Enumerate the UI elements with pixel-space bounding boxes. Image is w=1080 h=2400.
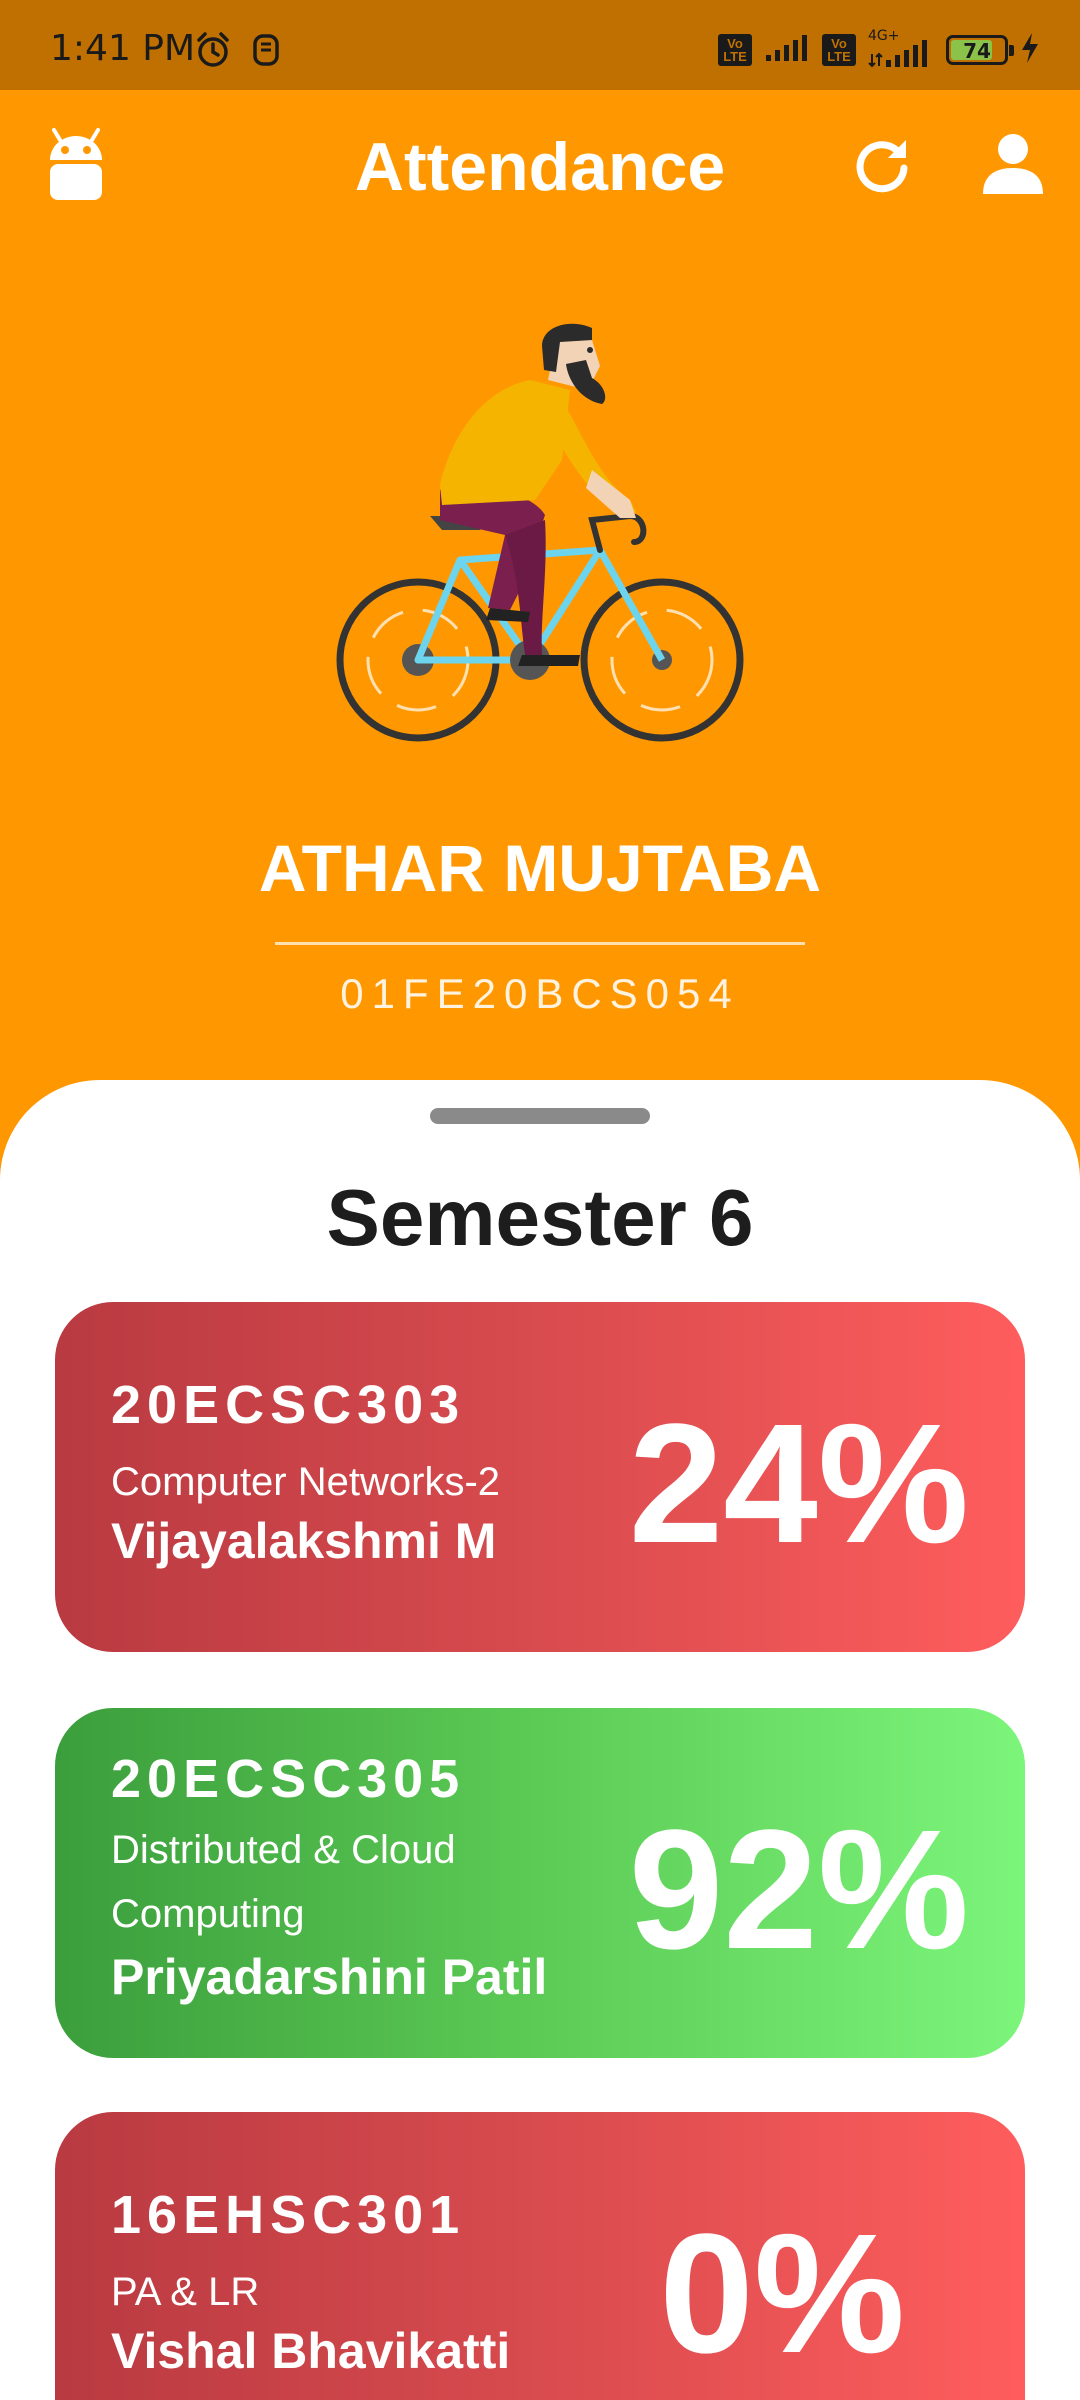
teacher-name: Priyadarshini Patil: [111, 1949, 548, 2005]
refresh-icon[interactable]: [848, 130, 916, 203]
signal-icon: [764, 33, 810, 68]
course-code: 20ECSC305: [111, 1749, 466, 1809]
course-name: PA & LR: [111, 2270, 260, 2314]
sim-card-icon: [250, 30, 282, 75]
course-name: Computer Networks-2: [111, 1460, 501, 1504]
cyclist-illustration: [330, 320, 750, 765]
status-time: 1:41 PM: [50, 28, 196, 69]
status-icons: Vo LTE Vo LTE 4G+ 74: [718, 28, 1040, 70]
student-id: 01FE20BCS054: [340, 970, 740, 1017]
course-card[interactable]: 20ECSC305 Distributed & Cloud Computing …: [55, 1708, 1025, 2058]
course-code: 16EHSC301: [111, 2185, 466, 2245]
course-code: 20ECSC303: [111, 1375, 466, 1435]
teacher-name: Vishal Bhavikatti: [111, 2323, 511, 2379]
volte-badge-sim1: Vo LTE: [718, 34, 752, 66]
volte-badge-sim2: Vo LTE: [822, 34, 856, 66]
course-name: Distributed & Cloud Computing: [111, 1828, 456, 1936]
teacher-name: Vijayalakshmi M: [111, 1513, 497, 1569]
battery-level: 74: [963, 39, 991, 63]
status-bar: 1:41 PM Vo LTE Vo LTE 4G+ 74: [0, 0, 1080, 90]
app-bar: Attendance: [0, 90, 1080, 240]
attendance-percent: 92%: [628, 1795, 969, 1985]
battery-icon: 74: [946, 35, 1014, 65]
charging-icon: [1020, 32, 1040, 69]
attendance-percent: 0%: [659, 2199, 905, 2389]
name-divider: [275, 942, 805, 945]
attendance-percent: 24%: [628, 1389, 969, 1579]
alarm-icon: [193, 30, 233, 75]
signal-icon: 4G+: [868, 28, 934, 68]
drag-handle[interactable]: [430, 1108, 650, 1124]
app-title: Attendance: [354, 129, 726, 205]
course-card[interactable]: 20ECSC303 Computer Networks-2 Vijayalaks…: [55, 1302, 1025, 1652]
course-card[interactable]: 16EHSC301 PA & LR Vishal Bhavikatti 0%: [55, 2112, 1025, 2400]
semester-title: Semester 6: [326, 1173, 754, 1262]
student-name: ATHAR MUJTABA: [258, 831, 822, 905]
bottom-sheet[interactable]: Semester 6 20ECSC303 Computer Networks-2…: [0, 1080, 1080, 2400]
profile-icon[interactable]: [980, 130, 1046, 201]
